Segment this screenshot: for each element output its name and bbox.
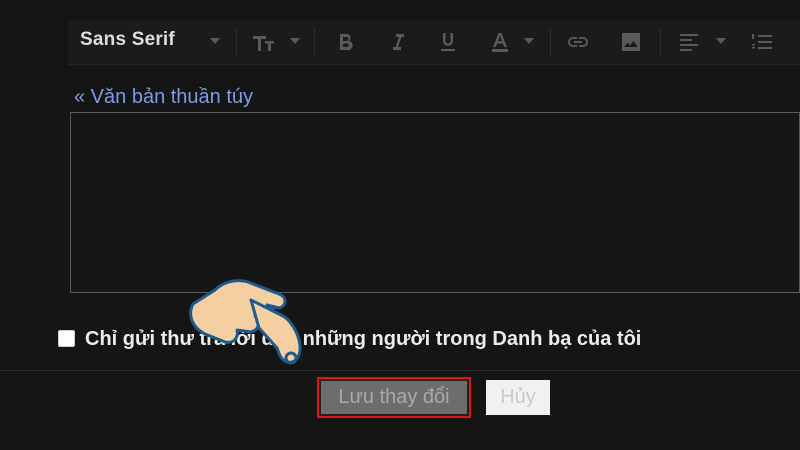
toolbar-divider [550,28,551,56]
underline-icon[interactable] [436,30,460,54]
save-changes-label: Lưu thay đổi [321,381,467,414]
chevron-down-icon[interactable] [524,38,534,44]
link-icon[interactable] [566,30,590,54]
text-color-icon[interactable] [488,30,512,54]
bold-icon[interactable] [333,30,357,54]
save-changes-button[interactable]: Lưu thay đổi [317,377,471,418]
text-size-icon[interactable] [251,30,275,54]
align-icon[interactable] [677,30,701,54]
chevron-down-icon[interactable] [716,38,726,44]
toolbar-divider [314,28,315,56]
italic-icon[interactable] [386,30,410,54]
contacts-only-label: Chỉ gửi thư trả lời đến những người tron… [85,328,642,350]
font-family-select[interactable]: Sans Serif [80,29,175,51]
contacts-only-checkbox[interactable] [58,330,75,347]
formatting-toolbar: Sans Serif [68,20,800,65]
numbered-list-icon[interactable] [750,30,774,54]
chevron-down-icon[interactable] [210,38,220,44]
toolbar-divider [236,28,237,56]
footer-divider [0,370,800,371]
chevron-down-icon[interactable] [290,38,300,44]
plain-text-link[interactable]: « Văn bản thuần túy [74,86,253,109]
toolbar-divider [660,28,661,56]
image-icon[interactable] [619,30,643,54]
pointing-hand-icon [189,279,302,365]
cancel-button[interactable]: Hủy [486,380,550,415]
message-editor[interactable] [70,112,800,293]
